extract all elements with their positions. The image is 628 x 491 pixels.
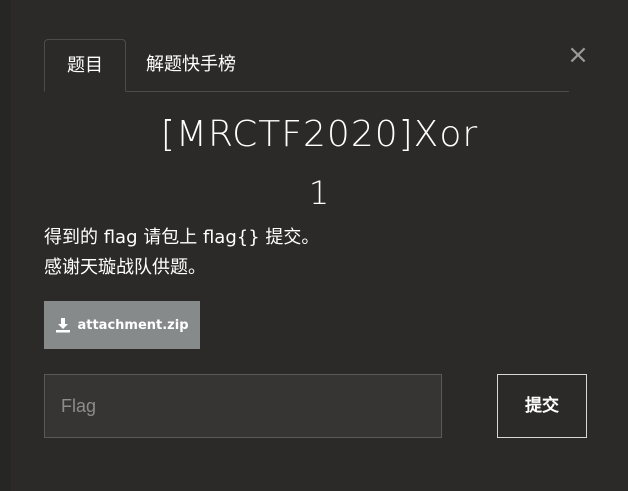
challenge-modal: × 题目 解题快手榜 [MRCTF2020]Xor 1 得到的 flag 请包上… [11, 0, 628, 491]
flag-input[interactable] [44, 374, 442, 438]
tab-challenge[interactable]: 题目 [44, 39, 126, 92]
challenge-description-line: 感谢天璇战队供题。 [44, 257, 206, 278]
submit-button[interactable]: 提交 [497, 374, 587, 438]
tab-challenge-label: 题目 [67, 55, 103, 76]
tab-solves[interactable]: 解题快手榜 [134, 39, 264, 91]
attachment-download-button[interactable]: attachment.zip [44, 301, 200, 349]
download-icon [56, 318, 71, 333]
tab-solves-label: 解题快手榜 [146, 54, 236, 75]
submit-button-label: 提交 [525, 396, 559, 416]
attachment-filename: attachment.zip [77, 317, 189, 333]
challenge-points: 1 [308, 174, 331, 212]
challenge-name: [MRCTF2020]Xor [160, 114, 479, 155]
close-button[interactable]: × [566, 42, 590, 68]
challenge-tabs: 题目 解题快手榜 [44, 39, 569, 92]
close-icon: × [567, 40, 589, 70]
challenge-description-line: 得到的 flag 请包上 flag{} 提交。 [44, 227, 320, 248]
page-backdrop [0, 0, 11, 491]
